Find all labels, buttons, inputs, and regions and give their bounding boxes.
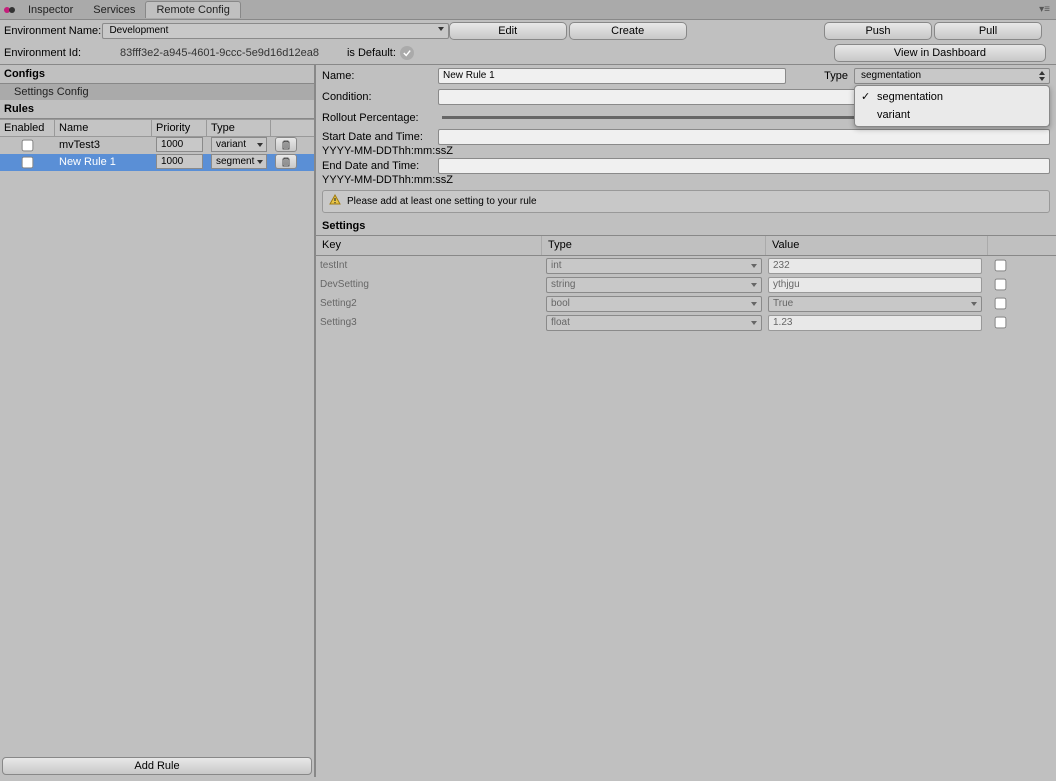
col-key[interactable]: Key xyxy=(316,236,542,255)
view-dashboard-button[interactable]: View in Dashboard xyxy=(834,44,1046,62)
settings-row: testIntint 232 xyxy=(316,256,1056,275)
warning-icon xyxy=(329,194,341,209)
env-id-label: Environment Id: xyxy=(4,47,120,59)
lock-icon xyxy=(4,4,16,16)
setting-type-select[interactable]: string xyxy=(546,277,762,293)
right-panel: Name: Type segmentation segmentation var… xyxy=(316,65,1056,777)
env-name-row: Environment Name: Development Edit Creat… xyxy=(0,20,1056,42)
setting-key: DevSetting xyxy=(316,276,542,294)
env-id-row: Environment Id: 83fff3e2-a945-4601-9ccc-… xyxy=(0,42,1056,64)
setting-value-input[interactable]: ythjgu xyxy=(768,277,982,293)
settings-table-head: Key Type Value xyxy=(316,236,1056,256)
setting-type-select[interactable]: float xyxy=(546,315,762,331)
condition-label: Condition: xyxy=(322,91,438,103)
type-dropdown[interactable]: segmentation xyxy=(854,68,1050,84)
start-label: Start Date and Time: xyxy=(322,131,438,143)
settings-row: DevSettingstring ythjgu xyxy=(316,275,1056,294)
delete-rule-button[interactable] xyxy=(275,137,297,152)
pull-button[interactable]: Pull xyxy=(934,22,1042,40)
configs-header: Configs xyxy=(0,65,314,84)
col-delete xyxy=(271,120,301,136)
is-default-label: is Default: xyxy=(347,47,396,59)
name-input[interactable] xyxy=(438,68,786,84)
setting-value-input[interactable]: True xyxy=(768,296,982,312)
rules-header: Rules xyxy=(0,100,314,119)
edit-button[interactable]: Edit xyxy=(449,22,567,40)
rule-row[interactable]: New Rule 1 1000 segment xyxy=(0,154,314,171)
priority-input[interactable]: 1000 xyxy=(156,137,203,152)
type-label: Type xyxy=(824,70,848,82)
env-id-value: 83fff3e2-a945-4601-9ccc-5e9d16d12ea8 xyxy=(120,47,319,59)
setting-checkbox[interactable] xyxy=(994,260,1006,272)
setting-value-input[interactable]: 232 xyxy=(768,258,982,274)
env-name-label: Environment Name: xyxy=(4,25,102,37)
warning-box: Please add at least one setting to your … xyxy=(322,190,1050,213)
rule-enabled-checkbox[interactable] xyxy=(22,140,34,152)
rule-enabled-checkbox[interactable] xyxy=(22,157,34,169)
setting-checkbox[interactable] xyxy=(994,317,1006,329)
setting-type-select[interactable]: bool xyxy=(546,296,762,312)
end-row: End Date and Time: xyxy=(316,157,1056,174)
start-hint: YYYY-MM-DDThh:mm:ssZ xyxy=(322,145,453,157)
dropdown-item-variant[interactable]: variant xyxy=(855,106,1049,124)
setting-key: Setting3 xyxy=(316,314,542,332)
delete-rule-button[interactable] xyxy=(275,154,297,169)
start-row: Start Date and Time: xyxy=(316,128,1056,145)
end-input[interactable] xyxy=(438,158,1050,174)
setting-checkbox[interactable] xyxy=(994,279,1006,291)
end-label: End Date and Time: xyxy=(322,160,438,172)
setting-value-input[interactable]: 1.23 xyxy=(768,315,982,331)
type-dropdown-menu: segmentation variant xyxy=(854,85,1050,127)
tab-bar: Inspector Services Remote Config ▾≡ xyxy=(0,0,1056,20)
col-type[interactable]: Type xyxy=(207,120,271,136)
start-input[interactable] xyxy=(438,129,1050,145)
name-row: Name: Type segmentation segmentation var… xyxy=(316,65,1056,86)
settings-row: Setting2bool True xyxy=(316,294,1056,313)
push-button[interactable]: Push xyxy=(824,22,932,40)
rollout-label: Rollout Percentage: xyxy=(322,112,438,124)
settings-row: Setting3float 1.23 xyxy=(316,313,1056,332)
add-rule-button[interactable]: Add Rule xyxy=(2,757,312,775)
settings-config-item[interactable]: Settings Config xyxy=(0,84,314,100)
col-name[interactable]: Name xyxy=(55,120,152,136)
rule-name: New Rule 1 xyxy=(55,154,152,171)
type-select[interactable]: variant xyxy=(211,137,267,152)
tab-inspector[interactable]: Inspector xyxy=(18,2,83,18)
dropdown-item-segmentation[interactable]: segmentation xyxy=(855,88,1049,106)
tab-services[interactable]: Services xyxy=(83,2,145,18)
is-default-check-icon xyxy=(400,46,414,60)
settings-header: Settings xyxy=(316,217,1056,236)
name-label: Name: xyxy=(322,70,438,82)
priority-input[interactable]: 1000 xyxy=(156,154,203,169)
col-check xyxy=(988,236,1024,255)
col-enabled[interactable]: Enabled xyxy=(0,120,55,136)
setting-checkbox[interactable] xyxy=(994,298,1006,310)
col-value[interactable]: Value xyxy=(766,236,988,255)
options-icon[interactable]: ▾≡ xyxy=(1039,4,1050,15)
rule-row[interactable]: mvTest3 1000 variant xyxy=(0,137,314,154)
left-panel: Configs Settings Config Rules Enabled Na… xyxy=(0,65,316,777)
end-hint: YYYY-MM-DDThh:mm:ssZ xyxy=(322,174,453,186)
col-priority[interactable]: Priority xyxy=(152,120,207,136)
setting-key: testInt xyxy=(316,257,542,275)
create-button[interactable]: Create xyxy=(569,22,687,40)
col-type[interactable]: Type xyxy=(542,236,766,255)
tab-remote-config[interactable]: Remote Config xyxy=(145,1,240,18)
env-name-select[interactable]: Development xyxy=(102,23,448,39)
type-select[interactable]: segment xyxy=(211,154,267,169)
rules-table-header: Enabled Name Priority Type xyxy=(0,119,314,137)
setting-key: Setting2 xyxy=(316,295,542,313)
setting-type-select[interactable]: int xyxy=(546,258,762,274)
warning-text: Please add at least one setting to your … xyxy=(347,196,537,207)
rule-name: mvTest3 xyxy=(55,137,152,154)
